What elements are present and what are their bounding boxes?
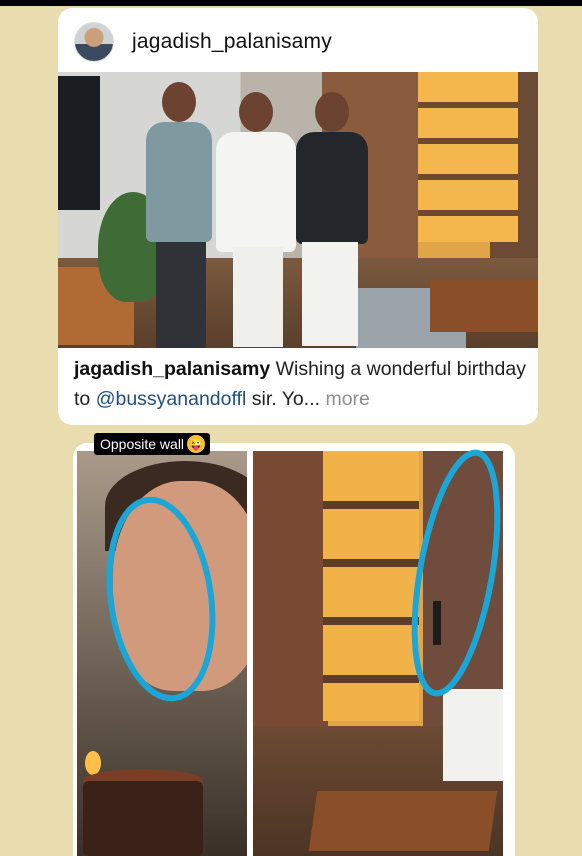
annotation-circle-left [106,496,216,702]
post-photo[interactable] [58,72,538,348]
post-header: jagadish_palanisamy [58,8,538,70]
sticker-text: Opposite wall [100,436,185,452]
caption-more-link[interactable]: more [320,388,369,410]
tv-screen [58,76,100,210]
lit-shelves [418,72,518,242]
person-left-legs [156,242,206,348]
person-middle-legs [233,247,283,347]
person-left [146,82,212,242]
annotation-circle-right [411,449,501,697]
story-text-sticker: Opposite wall 😜 [94,433,211,455]
person-right-legs [302,242,358,346]
instagram-post-card: jagadish_palanisamy jagadish_palanisamy … [58,8,538,425]
post-username[interactable]: jagadish_palanisamy [132,30,332,54]
person-middle [216,92,296,252]
caption-username[interactable]: jagadish_palanisamy [74,358,270,380]
story-comparison-card [73,443,515,856]
person-right [296,92,368,244]
coffee-table [430,280,538,332]
annotation-circles [106,449,501,702]
top-status-bar [0,0,582,6]
caption-text-continued: sir. Yo... [246,388,321,410]
avatar[interactable] [74,22,114,62]
winking-face-icon: 😜 [187,435,206,453]
post-caption: jagadish_palanisamy Wishing a wonderful … [74,354,528,414]
caption-mention-link[interactable]: @bussyanandoffl [96,388,247,410]
